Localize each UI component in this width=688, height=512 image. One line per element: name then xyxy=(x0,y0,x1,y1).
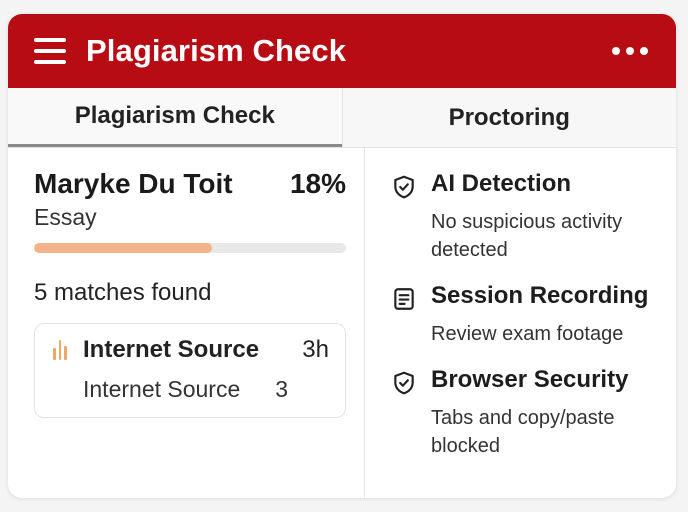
more-horizontal-icon[interactable] xyxy=(608,41,652,61)
feature-session-recording[interactable]: Session Recording Review exam footage xyxy=(391,282,656,348)
tab-proctoring[interactable]: Proctoring xyxy=(341,88,677,147)
source-age: 3h xyxy=(302,336,329,363)
similarity-score: 18% xyxy=(289,168,346,199)
source-row: Internet Source 3h xyxy=(53,336,329,364)
feature-title: AI Detection xyxy=(431,170,572,197)
source-name: Internet Source xyxy=(83,336,260,363)
plagiarism-panel: Maryke Du Toit 18% Essay 5 matches found… xyxy=(8,148,365,498)
tab-bar: Plagiarism Check Proctoring xyxy=(8,88,676,148)
shield-check-icon xyxy=(394,175,414,199)
feature-description: Tabs and copy/paste blocked xyxy=(431,407,615,457)
feature-ai-detection[interactable]: AI Detection No suspicious activity dete… xyxy=(391,170,656,264)
app-bar: Plagiarism Check xyxy=(8,14,676,88)
student-row: Maryke Du Toit 18% xyxy=(34,168,346,200)
document-list-icon xyxy=(394,288,414,310)
matches-count[interactable]: 5 matches found xyxy=(34,279,346,307)
feature-description: No suspicious activity detected xyxy=(431,211,623,261)
source-sub-row: Internet Source 3 xyxy=(53,376,329,403)
source-card[interactable]: Internet Source 3h Internet Source 3 xyxy=(34,323,346,418)
feature-browser-security[interactable]: Browser Security Tabs and copy/paste blo… xyxy=(391,366,656,460)
document-type: Essay xyxy=(34,204,97,230)
plagiarism-card: Plagiarism Check Plagiarism Check Procto… xyxy=(8,14,676,498)
shield-check-icon xyxy=(394,371,414,395)
tab-plagiarism-check[interactable]: Plagiarism Check xyxy=(8,88,342,147)
bar-chart-icon xyxy=(53,340,68,360)
proctoring-panel: AI Detection No suspicious activity dete… xyxy=(365,148,676,498)
app-title: Plagiarism Check xyxy=(86,33,347,68)
similarity-progress-fill xyxy=(34,243,212,253)
feature-description: Review exam footage xyxy=(431,323,624,345)
hamburger-menu-icon[interactable] xyxy=(34,38,66,64)
source-sub-name: Internet Source xyxy=(83,376,241,402)
student-name: Maryke Du Toit xyxy=(34,168,233,199)
feature-title: Browser Security xyxy=(431,366,629,393)
source-count: 3 xyxy=(275,376,289,402)
content-area: Maryke Du Toit 18% Essay 5 matches found… xyxy=(8,148,676,498)
feature-title: Session Recording xyxy=(431,282,649,309)
similarity-progress-bar xyxy=(34,243,346,253)
